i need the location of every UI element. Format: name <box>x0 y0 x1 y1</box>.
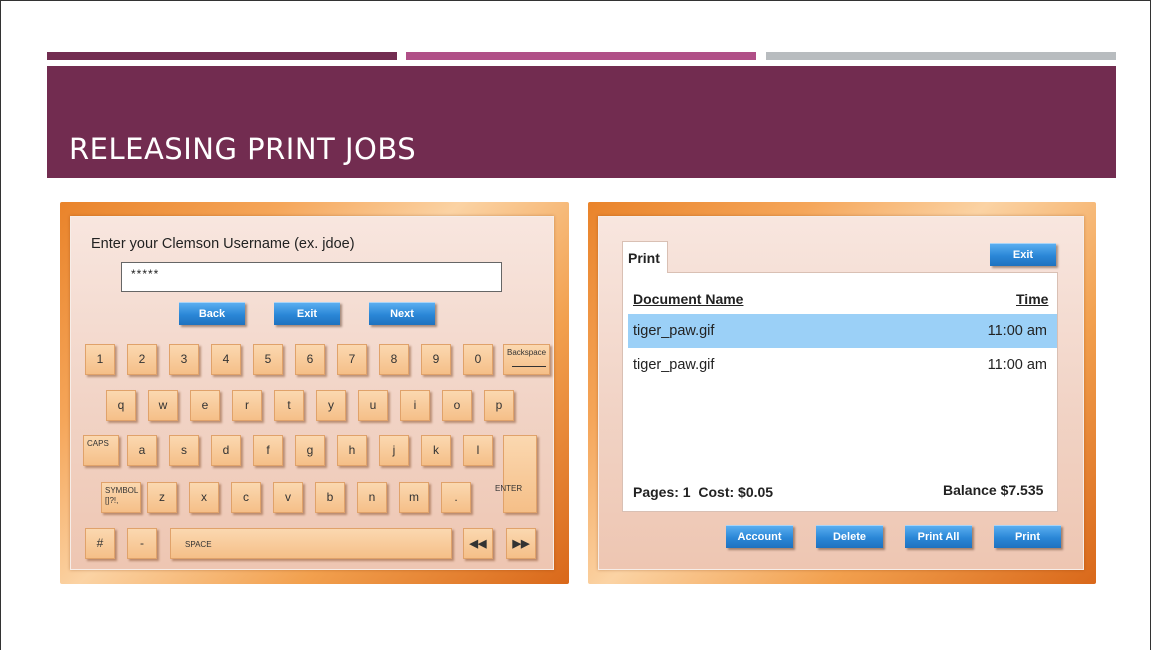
backspace-label: Backspace <box>507 348 547 357</box>
key-p[interactable]: p <box>484 390 514 421</box>
exit-button[interactable]: Exit <box>990 243 1056 266</box>
key-8[interactable]: 8 <box>379 344 409 375</box>
job-time: 11:00 am <box>987 323 1047 339</box>
key-x[interactable]: x <box>189 482 219 513</box>
key-period[interactable]: . <box>441 482 471 513</box>
key-y[interactable]: y <box>316 390 346 421</box>
enter-label: ENTER <box>495 484 523 493</box>
exit-button[interactable]: Exit <box>274 302 340 325</box>
backspace-arrow-icon <box>512 366 546 367</box>
key-o[interactable]: o <box>442 390 472 421</box>
key-r[interactable]: r <box>232 390 262 421</box>
double-left-arrow-icon: ◀◀ <box>469 538 487 550</box>
job-row[interactable]: tiger_paw.gif 11:00 am <box>628 348 1057 382</box>
key-l[interactable]: l <box>463 435 493 466</box>
key-q[interactable]: q <box>106 390 136 421</box>
key-3[interactable]: 3 <box>169 344 199 375</box>
stripe-3 <box>766 52 1116 60</box>
job-name: tiger_paw.gif <box>633 323 715 339</box>
key-1[interactable]: 1 <box>85 344 115 375</box>
print-button[interactable]: Print <box>994 525 1061 548</box>
time-header: Time <box>1016 291 1049 307</box>
caps-label: CAPS <box>87 439 109 448</box>
job-row[interactable]: tiger_paw.gif 11:00 am <box>628 314 1057 348</box>
key-f[interactable]: f <box>253 435 283 466</box>
key-6[interactable]: 6 <box>295 344 325 375</box>
document-name-header: Document Name <box>633 291 744 307</box>
key-s[interactable]: s <box>169 435 199 466</box>
dash-key[interactable]: - <box>127 528 157 559</box>
key-v[interactable]: v <box>273 482 303 513</box>
key-2[interactable]: 2 <box>127 344 157 375</box>
key-e[interactable]: e <box>190 390 220 421</box>
enter-key[interactable]: ENTER <box>495 435 537 513</box>
key-0[interactable]: 0 <box>463 344 493 375</box>
symbol-key[interactable]: SYMBOL []?!, <box>101 482 141 513</box>
key-a[interactable]: a <box>127 435 157 466</box>
job-time: 11:00 am <box>987 357 1047 373</box>
caps-key[interactable]: CAPS <box>83 435 119 466</box>
title-banner: RELEASING PRINT JOBS <box>47 66 1116 178</box>
key-g[interactable]: g <box>295 435 325 466</box>
key-u[interactable]: u <box>358 390 388 421</box>
next-button[interactable]: Next <box>369 302 435 325</box>
space-label: SPACE <box>185 540 212 549</box>
key-c[interactable]: c <box>231 482 261 513</box>
pages-cost: Pages: 1 Cost: $0.05 <box>633 484 774 500</box>
key-i[interactable]: i <box>400 390 430 421</box>
key-d[interactable]: d <box>211 435 241 466</box>
keyboard-screen: Enter your Clemson Username (ex. jdoe) *… <box>70 216 554 570</box>
delete-button[interactable]: Delete <box>816 525 883 548</box>
symbol-label: SYMBOL []?!, <box>105 486 139 505</box>
job-list-area <box>622 272 1058 512</box>
key-n[interactable]: n <box>357 482 387 513</box>
print-all-button[interactable]: Print All <box>905 525 972 548</box>
key-b[interactable]: b <box>315 482 345 513</box>
key-j[interactable]: j <box>379 435 409 466</box>
back-button[interactable]: Back <box>179 302 245 325</box>
print-screenshot: Print Exit Document Name Time tiger_paw.… <box>588 202 1096 584</box>
key-5[interactable]: 5 <box>253 344 283 375</box>
balance: Balance $7.535 <box>943 482 1044 498</box>
key-h[interactable]: h <box>337 435 367 466</box>
tab-print[interactable]: Print <box>622 241 668 273</box>
stripe-2 <box>406 52 756 60</box>
key-w[interactable]: w <box>148 390 178 421</box>
key-4[interactable]: 4 <box>211 344 241 375</box>
username-input[interactable]: ***** <box>121 262 502 292</box>
account-button[interactable]: Account <box>726 525 793 548</box>
key-7[interactable]: 7 <box>337 344 367 375</box>
forward-key[interactable]: ▶▶ <box>506 528 536 559</box>
stripe-1 <box>47 52 397 60</box>
hash-key[interactable]: # <box>85 528 115 559</box>
key-z[interactable]: z <box>147 482 177 513</box>
key-k[interactable]: k <box>421 435 451 466</box>
space-key[interactable]: SPACE <box>170 528 452 559</box>
keyboard-screenshot: Enter your Clemson Username (ex. jdoe) *… <box>60 202 569 584</box>
key-t[interactable]: t <box>274 390 304 421</box>
slide-title: RELEASING PRINT JOBS <box>69 132 417 166</box>
double-right-arrow-icon: ▶▶ <box>512 538 530 550</box>
print-screen: Print Exit Document Name Time tiger_paw.… <box>598 216 1084 570</box>
job-name: tiger_paw.gif <box>633 357 715 373</box>
username-prompt: Enter your Clemson Username (ex. jdoe) <box>91 236 355 252</box>
key-m[interactable]: m <box>399 482 429 513</box>
backspace-key[interactable]: Backspace <box>503 344 550 375</box>
rewind-key[interactable]: ◀◀ <box>463 528 493 559</box>
key-9[interactable]: 9 <box>421 344 451 375</box>
